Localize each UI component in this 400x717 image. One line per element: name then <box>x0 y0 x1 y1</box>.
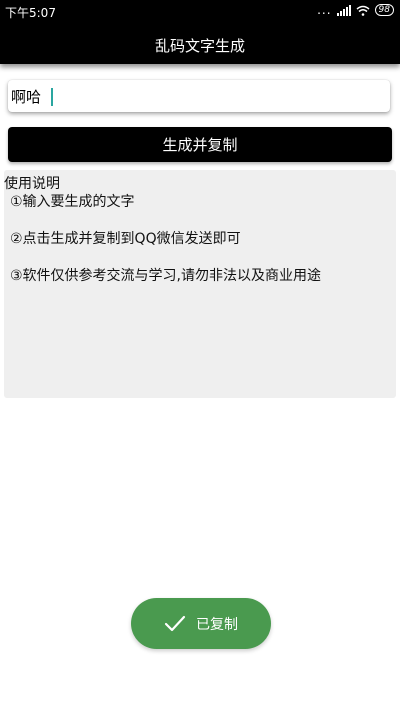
instruction-line: ②点击生成并复制到QQ微信发送即可 <box>10 231 241 247</box>
instructions-heading: 使用说明 <box>4 176 60 192</box>
input-card <box>8 80 390 112</box>
status-time: 下午5:07 <box>5 6 56 20</box>
wifi-icon <box>356 5 370 16</box>
text-cursor <box>51 88 53 106</box>
instructions-panel: 使用说明 ①输入要生成的文字 ②点击生成并复制到QQ微信发送即可 ③软件仅供参考… <box>4 170 396 398</box>
text-input[interactable] <box>11 80 371 112</box>
app-bar: 乱码文字生成 <box>0 24 400 64</box>
app-title: 乱码文字生成 <box>154 37 245 55</box>
more-dots-icon: ... <box>317 3 332 17</box>
signal-icon <box>336 4 351 16</box>
check-icon <box>164 615 186 631</box>
status-bar: 下午5:07 ... 98 <box>0 0 400 24</box>
instruction-line: ①输入要生成的文字 <box>10 194 135 210</box>
generate-copy-button[interactable]: 生成并复制 <box>8 127 392 162</box>
toast-text: 已复制 <box>196 616 238 633</box>
instruction-line: ③软件仅供参考交流与学习,请勿非法以及商业用途 <box>10 268 321 284</box>
copied-toast: 已复制 <box>131 598 271 649</box>
battery-icon: 98 <box>374 4 394 16</box>
status-icons: ... 98 <box>317 3 394 17</box>
